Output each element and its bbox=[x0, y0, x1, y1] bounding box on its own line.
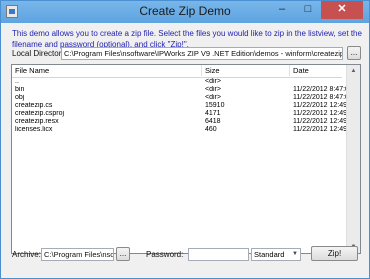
file-size: <dir> bbox=[205, 86, 221, 93]
file-name: obj bbox=[15, 94, 25, 101]
archive-input[interactable]: C:\Program Files\nsoft bbox=[41, 248, 114, 261]
file-name: bin bbox=[15, 86, 25, 93]
password-label: Password: bbox=[146, 250, 184, 259]
list-item[interactable]: bin <dir> 11/22/2012 8:47:0... bbox=[12, 86, 355, 94]
chevron-down-icon[interactable]: ▼ bbox=[290, 249, 300, 260]
file-list[interactable]: File Name Size Date .. <dir> bin <dir> 11/2… bbox=[11, 64, 361, 254]
encryption-select[interactable]: Standard ▼ bbox=[251, 248, 301, 261]
file-name: createzip.csproj bbox=[15, 110, 65, 117]
file-list-header: File Name Size Date bbox=[12, 65, 360, 78]
local-directory-input[interactable]: C:\Program Files\nsoftware\IPWorks ZIP V… bbox=[61, 47, 343, 60]
file-size: 460 bbox=[205, 126, 217, 133]
app-window: Create Zip Demo – □ ✕ This demo allows y… bbox=[0, 0, 370, 279]
file-name: createzip.cs bbox=[15, 102, 53, 109]
file-size: <dir> bbox=[205, 78, 221, 85]
column-header-file-name[interactable]: File Name bbox=[12, 65, 202, 76]
client-area: This demo allows you to create a zip fil… bbox=[8, 23, 363, 273]
list-item[interactable]: licenses.licx 460 11/22/2012 12:49:... bbox=[12, 126, 355, 134]
list-item[interactable]: createzip.csproj 4171 11/22/2012 12:49:... bbox=[12, 110, 355, 118]
file-size: 6418 bbox=[205, 118, 221, 125]
zip-button[interactable]: Zip! bbox=[311, 246, 358, 261]
password-input[interactable] bbox=[188, 248, 249, 261]
close-button[interactable]: ✕ bbox=[321, 1, 363, 19]
file-size: 15910 bbox=[205, 102, 225, 109]
column-header-size[interactable]: Size bbox=[202, 65, 290, 76]
file-name: licenses.licx bbox=[15, 126, 53, 133]
archive-label: Archive: bbox=[12, 250, 41, 259]
vertical-scrollbar[interactable]: ▲ ▼ bbox=[346, 65, 360, 253]
maximize-button[interactable]: □ bbox=[295, 1, 321, 19]
file-size: <dir> bbox=[205, 94, 221, 101]
file-size: 4171 bbox=[205, 110, 221, 117]
file-name: .. bbox=[15, 78, 19, 85]
list-item[interactable]: createzip.resx 6418 11/22/2012 12:49:... bbox=[12, 118, 355, 126]
scroll-up-icon[interactable]: ▲ bbox=[347, 65, 360, 77]
local-directory-label: Local Directory: bbox=[12, 49, 68, 58]
list-item[interactable]: .. <dir> bbox=[12, 78, 342, 86]
list-item[interactable]: createzip.cs 15910 11/22/2012 12:49:... bbox=[12, 102, 355, 110]
archive-browse-button[interactable]: ... bbox=[116, 247, 130, 261]
list-item[interactable]: obj <dir> 11/22/2012 8:47:0... bbox=[12, 94, 355, 102]
minimize-button[interactable]: – bbox=[269, 1, 295, 19]
title-bar[interactable]: Create Zip Demo – □ ✕ bbox=[1, 1, 369, 23]
local-directory-browse-button[interactable]: ... bbox=[347, 46, 361, 60]
encryption-selected-value: Standard bbox=[254, 250, 285, 259]
file-name: createzip.resx bbox=[15, 118, 59, 125]
